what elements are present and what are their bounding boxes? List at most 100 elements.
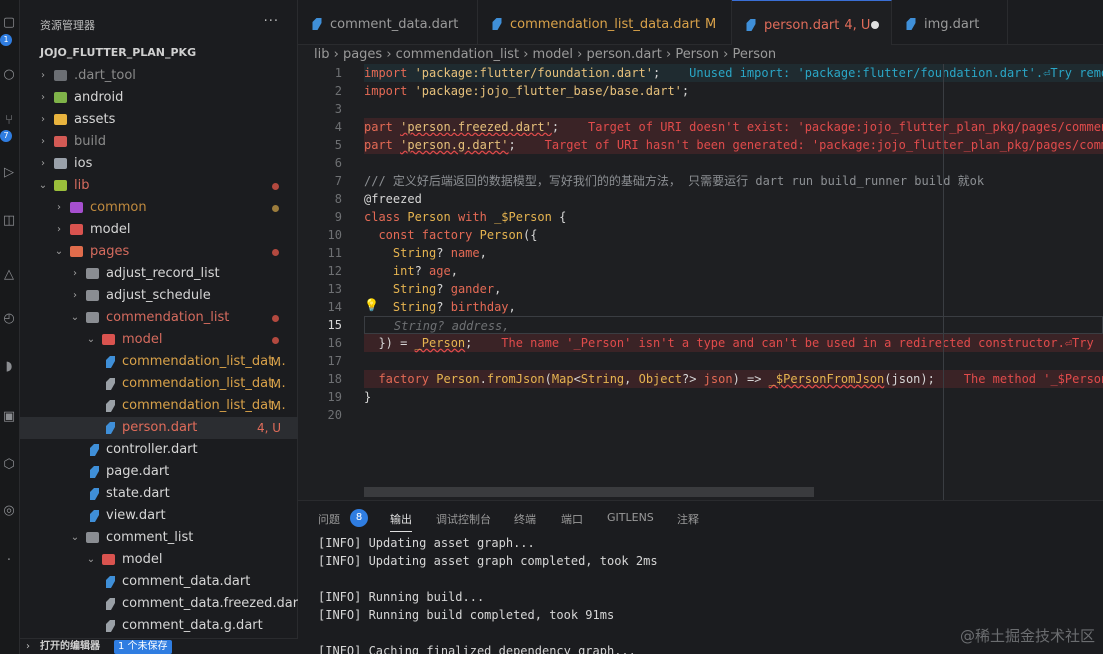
source-control-icon[interactable]: ⑂ (0, 112, 18, 130)
folder-item[interactable]: ⌄ lib (20, 175, 298, 197)
file-item[interactable]: view.dart (20, 505, 298, 527)
breadcrumb-item[interactable]: lib (314, 47, 329, 62)
file-item[interactable]: person.dart 4, U (20, 417, 298, 439)
file-item[interactable]: commendation_list_dat... M (20, 395, 298, 417)
extensions-icon[interactable]: ◫ (0, 212, 18, 230)
code-line[interactable]: String? birthday, (364, 298, 1103, 316)
folder-item[interactable]: ⌄ model (20, 549, 298, 571)
breadcrumb-item[interactable]: Person (675, 47, 719, 62)
folder-item[interactable]: › .dart_tool (20, 65, 298, 87)
lightbulb-icon[interactable]: 💡 (364, 298, 379, 312)
folder-item[interactable]: › assets (20, 109, 298, 131)
breadcrumb-item[interactable]: Person (732, 47, 776, 62)
folder-item[interactable]: › android (20, 87, 298, 109)
code-line[interactable]: } (364, 388, 1103, 406)
code-line[interactable]: factory Person.fromJson(Map<String, Obje… (364, 370, 1103, 388)
code-line[interactable] (364, 100, 1103, 118)
tab-ports[interactable]: 端口 (561, 511, 583, 527)
chevron-down-icon[interactable]: ⌄ (86, 329, 96, 351)
code-lines[interactable]: import 'package:flutter/foundation.dart'… (364, 64, 1103, 424)
code-editor[interactable]: 1 2 3 4 5 6 7 8 9 10 11 12 13 14 15 16 17 18 19 20 import '… (298, 64, 1103, 500)
code-line[interactable]: const factory Person({ (364, 226, 1103, 244)
tab-terminal[interactable]: 终端 (514, 511, 536, 527)
chevron-right-icon[interactable]: › (38, 109, 48, 131)
file-item[interactable]: comment_data.g.dart (20, 615, 298, 637)
chevron-right-icon[interactable]: › (38, 65, 48, 87)
code-line[interactable] (364, 154, 1103, 172)
run-debug-icon[interactable]: ▷ (0, 164, 18, 182)
file-item[interactable]: state.dart (20, 483, 298, 505)
chevron-right-icon[interactable]: › (38, 87, 48, 109)
chevron-down-icon[interactable]: ⌄ (70, 307, 80, 329)
file-item[interactable]: commendation_list_dat... M (20, 351, 298, 373)
breadcrumb-item[interactable]: person.dart (586, 47, 661, 62)
file-item[interactable]: controller.dart (20, 439, 298, 461)
chevron-right-icon[interactable]: › (70, 285, 80, 307)
line-number: 17 (327, 354, 342, 368)
chevron-right-icon[interactable]: › (54, 197, 64, 219)
code-line[interactable]: import 'package:flutter/foundation.dart'… (364, 64, 1103, 82)
tab-comments[interactable]: 注释 (677, 511, 699, 527)
package-icon[interactable]: ⬡ (0, 456, 18, 474)
tab-gitlens[interactable]: GITLENS (607, 511, 654, 524)
tab-debug-console[interactable]: 调试控制台 (436, 511, 491, 527)
editor-tab[interactable]: comment_data.dart (298, 0, 478, 45)
folder-item[interactable]: ⌄ comment_list (20, 527, 298, 549)
chevron-down-icon[interactable]: ⌄ (38, 175, 48, 197)
folder-item[interactable]: › adjust_schedule (20, 285, 298, 307)
tab-output[interactable]: 输出 (390, 511, 412, 532)
breadcrumb-item[interactable]: model (533, 47, 573, 62)
explorer-icon[interactable]: ▢ (0, 14, 18, 32)
folder-item[interactable]: ⌄ pages (20, 241, 298, 263)
more-icon[interactable]: · (0, 552, 18, 570)
remote-icon[interactable]: ◗ (0, 358, 18, 376)
explorer-more-button[interactable]: ··· (264, 14, 279, 29)
code-line[interactable]: part 'person.freezed.dart'; Target of UR… (364, 118, 1103, 136)
code-line[interactable]: int? age, (364, 262, 1103, 280)
flask-icon[interactable]: △ (0, 266, 18, 284)
chevron-right-icon[interactable]: › (38, 131, 48, 153)
code-line[interactable]: part 'person.g.dart'; Target of URI hasn… (364, 136, 1103, 154)
unsaved-dot-icon[interactable] (871, 21, 879, 29)
code-line[interactable]: }) = _Person; The name '_Person' isn't a… (364, 334, 1103, 352)
file-item[interactable]: comment_data.dart (20, 571, 298, 593)
breadcrumb-item[interactable]: pages (343, 47, 382, 62)
code-line[interactable] (364, 406, 1103, 424)
code-line[interactable]: String? gander, (364, 280, 1103, 298)
docker-icon[interactable]: ▣ (0, 408, 18, 426)
gitlens-icon[interactable]: ◎ (0, 502, 18, 520)
code-line[interactable]: @freezed (364, 190, 1103, 208)
search-icon[interactable]: ○ (0, 66, 18, 84)
editor-tab[interactable]: img.dart (892, 0, 1008, 45)
chevron-right-icon[interactable]: › (54, 219, 64, 241)
chevron-right-icon[interactable]: › (70, 263, 80, 285)
editor-tab[interactable]: person.dart 4, U (732, 0, 892, 45)
code-line[interactable]: /// 定义好后端返回的数据模型，写好我们的的基础方法， 只需要运行 dart … (364, 172, 1103, 190)
open-editors-section[interactable]: › 打开的编辑器 1 个未保存 (20, 638, 298, 654)
timeline-icon[interactable]: ◴ (0, 310, 18, 328)
code-line[interactable]: String? name, (364, 244, 1103, 262)
chevron-down-icon[interactable]: ⌄ (54, 241, 64, 263)
horizontal-scrollbar[interactable] (364, 487, 814, 497)
tab-problems[interactable]: 问题 (318, 511, 340, 527)
folder-item[interactable]: › build (20, 131, 298, 153)
workspace-root[interactable]: JOJO_FLUTTER_PLAN_PKG (40, 46, 196, 59)
code-line[interactable]: import 'package:jojo_flutter_base/base.d… (364, 82, 1103, 100)
chevron-right-icon[interactable]: › (38, 153, 48, 175)
folder-item[interactable]: › common (20, 197, 298, 219)
file-item[interactable]: commendation_list_dat... M (20, 373, 298, 395)
folder-item[interactable]: › ios (20, 153, 298, 175)
code-line[interactable] (364, 352, 1103, 370)
code-line[interactable]: String? address, (364, 316, 1103, 334)
file-item[interactable]: comment_data.freezed.dart (20, 593, 303, 615)
folder-item[interactable]: › adjust_record_list (20, 263, 298, 285)
breadcrumb-item[interactable]: commendation_list (396, 47, 519, 62)
folder-item[interactable]: ⌄ commendation_list (20, 307, 298, 329)
chevron-down-icon[interactable]: ⌄ (70, 527, 80, 549)
folder-item[interactable]: ⌄ model (20, 329, 298, 351)
file-item[interactable]: page.dart (20, 461, 298, 483)
code-line[interactable]: class Person with _$Person { (364, 208, 1103, 226)
chevron-down-icon[interactable]: ⌄ (86, 549, 96, 571)
editor-tab[interactable]: commendation_list_data.dart M (478, 0, 732, 45)
folder-item[interactable]: › model (20, 219, 298, 241)
